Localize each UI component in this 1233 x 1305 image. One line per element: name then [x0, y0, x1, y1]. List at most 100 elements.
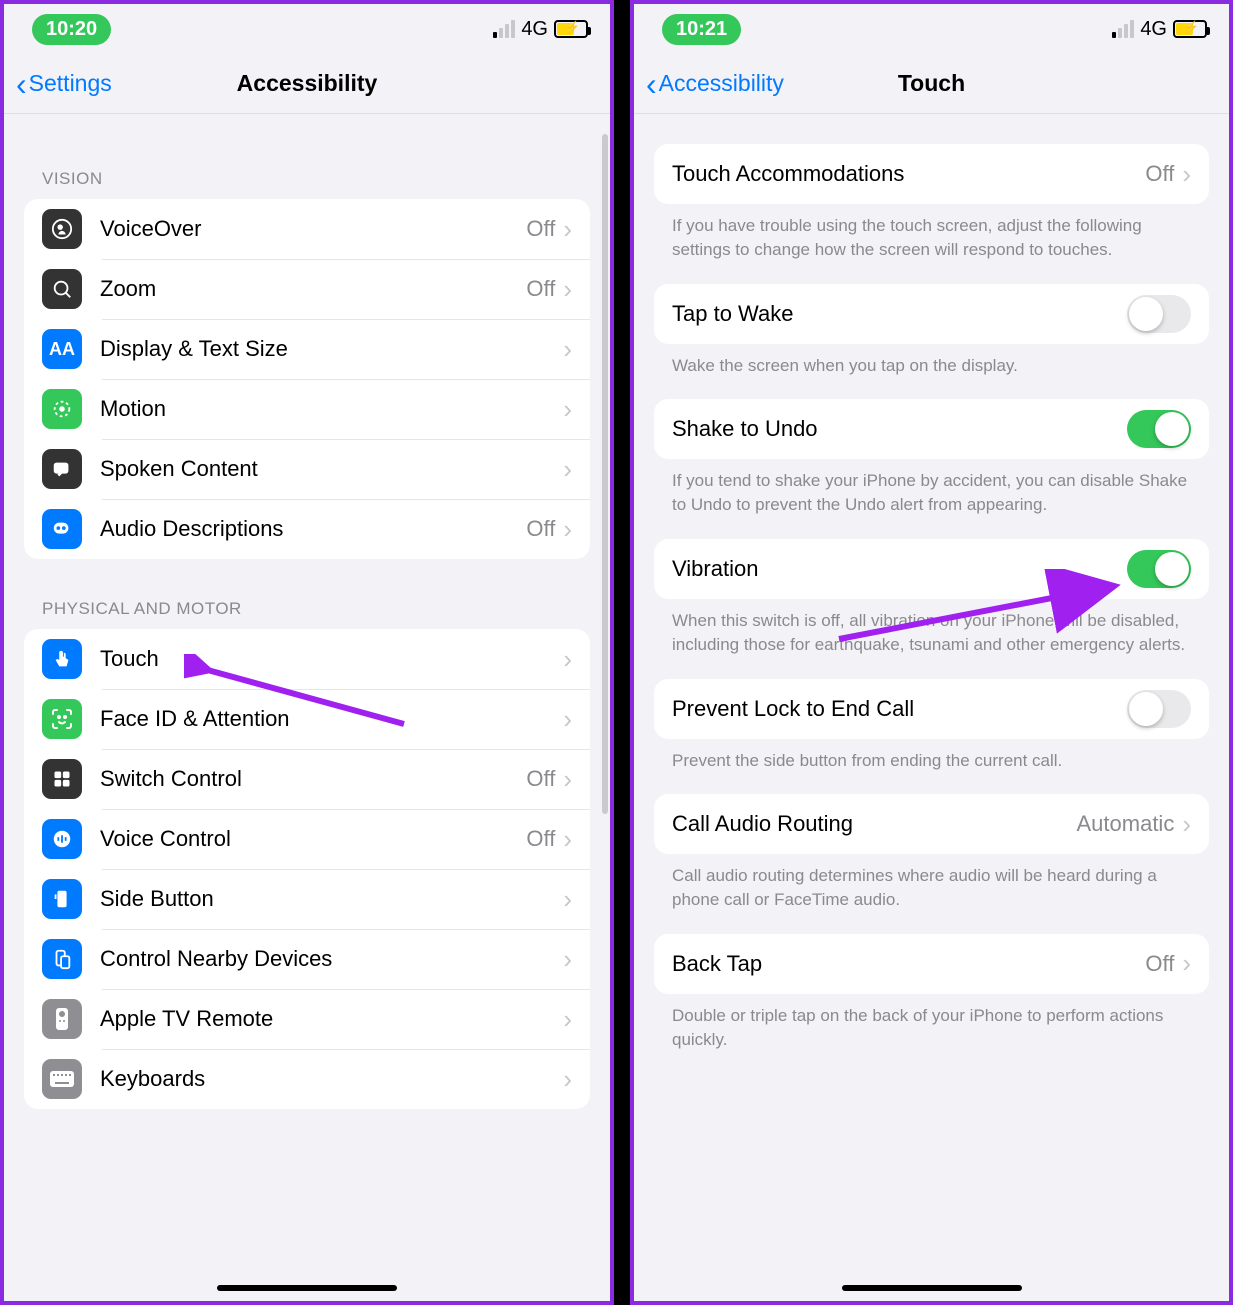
row-touch-accommodations[interactable]: Touch Accommodations Off › — [654, 144, 1209, 204]
row-label: Spoken Content — [100, 456, 563, 482]
battery-icon — [1173, 20, 1207, 38]
row-keyboards[interactable]: Keyboards › — [24, 1049, 590, 1109]
side-button-icon — [42, 879, 82, 919]
chevron-left-icon: ‹ — [646, 68, 657, 100]
row-touch[interactable]: Touch › — [24, 629, 590, 689]
chevron-right-icon: › — [563, 454, 572, 485]
home-indicator[interactable] — [217, 1285, 397, 1291]
row-label: Apple TV Remote — [100, 1006, 563, 1032]
group-vibration: Vibration — [654, 539, 1209, 599]
nav-bar: ‹ Settings Accessibility — [4, 54, 610, 114]
toggle-vibration[interactable] — [1127, 550, 1191, 588]
voice-control-icon — [42, 819, 82, 859]
keyboard-icon — [42, 1059, 82, 1099]
chevron-right-icon: › — [563, 334, 572, 365]
section-header-vision: VISION — [4, 114, 610, 199]
nav-bar: ‹ Accessibility Touch — [634, 54, 1229, 114]
row-label: Display & Text Size — [100, 336, 563, 362]
signal-icon — [1112, 20, 1134, 38]
section-header-motor: PHYSICAL AND MOTOR — [4, 559, 610, 629]
chevron-right-icon: › — [563, 1004, 572, 1035]
back-button[interactable]: ‹ Settings — [16, 68, 112, 100]
row-label: Shake to Undo — [672, 416, 1127, 442]
text-size-icon: AA — [42, 329, 82, 369]
row-tap-to-wake[interactable]: Tap to Wake — [654, 284, 1209, 344]
row-label: Side Button — [100, 886, 563, 912]
toggle-prevent-lock[interactable] — [1127, 690, 1191, 728]
signal-icon — [493, 20, 515, 38]
status-time: 10:20 — [32, 14, 111, 45]
row-call-audio-routing[interactable]: Call Audio Routing Automatic › — [654, 794, 1209, 854]
row-prevent-lock[interactable]: Prevent Lock to End Call — [654, 679, 1209, 739]
row-faceid-attention[interactable]: Face ID & Attention › — [24, 689, 590, 749]
chevron-right-icon: › — [1182, 948, 1191, 979]
row-value: Off — [526, 516, 555, 542]
row-label: Keyboards — [100, 1066, 563, 1092]
row-zoom[interactable]: Zoom Off › — [24, 259, 590, 319]
row-back-tap[interactable]: Back Tap Off › — [654, 934, 1209, 994]
status-bar: 10:21 4G — [634, 4, 1229, 54]
toggle-tap-to-wake[interactable] — [1127, 295, 1191, 333]
group-prevent-lock: Prevent Lock to End Call — [654, 679, 1209, 739]
chevron-right-icon: › — [563, 514, 572, 545]
row-vibration[interactable]: Vibration — [654, 539, 1209, 599]
row-label: Zoom — [100, 276, 526, 302]
row-control-nearby-devices[interactable]: Control Nearby Devices › — [24, 929, 590, 989]
spoken-content-icon — [42, 449, 82, 489]
row-value: Off — [526, 826, 555, 852]
row-audio-descriptions[interactable]: Audio Descriptions Off › — [24, 499, 590, 559]
network-label: 4G — [1140, 18, 1167, 41]
footer-tap-to-wake: Wake the screen when you tap on the disp… — [634, 344, 1229, 400]
switch-control-icon — [42, 759, 82, 799]
touch-icon — [42, 639, 82, 679]
row-display-text-size[interactable]: AA Display & Text Size › — [24, 319, 590, 379]
scrollbar[interactable] — [602, 134, 608, 814]
chevron-right-icon: › — [563, 1064, 572, 1095]
row-apple-tv-remote[interactable]: Apple TV Remote › — [24, 989, 590, 1049]
toggle-shake-to-undo[interactable] — [1127, 410, 1191, 448]
footer-prevent-lock: Prevent the side button from ending the … — [634, 739, 1229, 795]
chevron-left-icon: ‹ — [16, 68, 27, 100]
group-shake-to-undo: Shake to Undo — [654, 399, 1209, 459]
group-touch-accommodations: Touch Accommodations Off › — [654, 144, 1209, 204]
group-back-tap: Back Tap Off › — [654, 934, 1209, 994]
back-label: Accessibility — [659, 70, 784, 97]
screen-accessibility: 10:20 4G ‹ Settings Accessibility VISION… — [0, 0, 614, 1305]
row-motion[interactable]: Motion › — [24, 379, 590, 439]
status-bar: 10:20 4G — [4, 4, 610, 54]
chevron-right-icon: › — [563, 764, 572, 795]
chevron-right-icon: › — [563, 884, 572, 915]
row-voice-control[interactable]: Voice Control Off › — [24, 809, 590, 869]
audio-descriptions-icon — [42, 509, 82, 549]
zoom-icon — [42, 269, 82, 309]
back-label: Settings — [29, 70, 112, 97]
network-label: 4G — [521, 18, 548, 41]
footer-shake-to-undo: If you tend to shake your iPhone by acci… — [634, 459, 1229, 539]
chevron-right-icon: › — [563, 824, 572, 855]
chevron-right-icon: › — [563, 274, 572, 305]
footer-back-tap: Double or triple tap on the back of your… — [634, 994, 1229, 1074]
row-shake-to-undo[interactable]: Shake to Undo — [654, 399, 1209, 459]
row-side-button[interactable]: Side Button › — [24, 869, 590, 929]
chevron-right-icon: › — [1182, 809, 1191, 840]
row-switch-control[interactable]: Switch Control Off › — [24, 749, 590, 809]
chevron-right-icon: › — [563, 704, 572, 735]
remote-icon — [42, 999, 82, 1039]
status-time: 10:21 — [662, 14, 741, 45]
row-label: Vibration — [672, 556, 1127, 582]
row-label: Audio Descriptions — [100, 516, 526, 542]
row-label: Face ID & Attention — [100, 706, 563, 732]
back-button[interactable]: ‹ Accessibility — [646, 68, 784, 100]
faceid-icon — [42, 699, 82, 739]
motion-icon — [42, 389, 82, 429]
row-value: Off — [526, 216, 555, 242]
row-label: Motion — [100, 396, 563, 422]
row-value: Automatic — [1077, 811, 1175, 837]
row-label: Touch — [100, 646, 563, 672]
home-indicator[interactable] — [842, 1285, 1022, 1291]
footer-touch-accommodations: If you have trouble using the touch scre… — [634, 204, 1229, 284]
row-spoken-content[interactable]: Spoken Content › — [24, 439, 590, 499]
row-voiceover[interactable]: VoiceOver Off › — [24, 199, 590, 259]
row-label: Voice Control — [100, 826, 526, 852]
row-label: Touch Accommodations — [672, 161, 1145, 187]
